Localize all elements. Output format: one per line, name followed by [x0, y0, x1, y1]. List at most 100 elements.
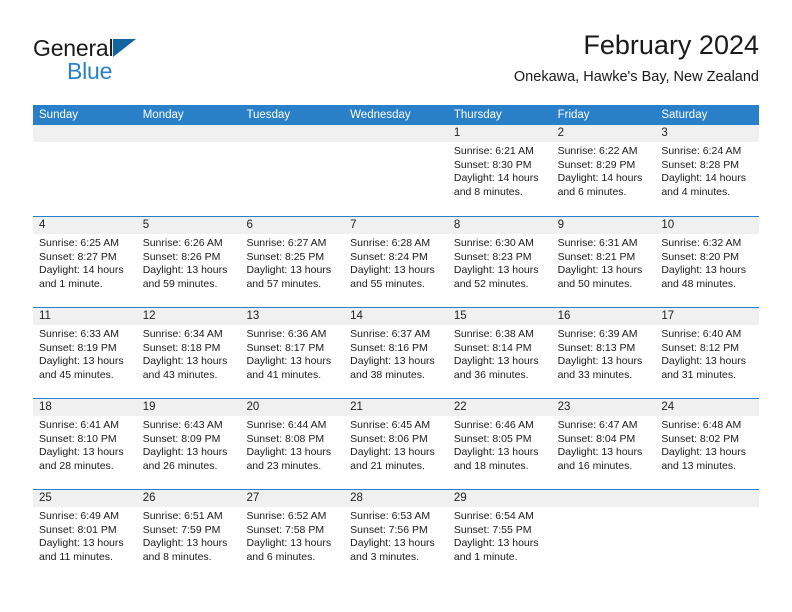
day-detail-line: Daylight: 13 hours: [246, 446, 332, 459]
day-detail-line: Daylight: 13 hours: [39, 446, 124, 459]
calendar-day-cell[interactable]: 4 Sunrise: 6:25 AM Sunset: 8:27 PM Daylight…: [33, 217, 137, 307]
day-number: 8: [447, 217, 552, 234]
calendar-day-cell[interactable]: 26 Sunrise: 6:51 AM Sunset: 7:59 PM Dayligh…: [136, 490, 241, 580]
day-number: 22: [447, 399, 552, 416]
calendar-day-cell[interactable]: 29 Sunrise: 6:54 AM Sunset: 7:55 PM Dayligh…: [447, 490, 552, 580]
day-details: Sunrise: 6:53 AM Sunset: 7:56 PM Daylight:…: [344, 507, 448, 564]
day-detail-line: Sunrise: 6:43 AM: [142, 419, 223, 431]
day-detail-line: Daylight: 13 hours: [453, 264, 539, 277]
calendar-day-cell[interactable]: 6 Sunrise: 6:27 AM Sunset: 8:25 PM Daylight…: [240, 217, 345, 307]
day-detail-line: Sunrise: 6:48 AM: [661, 419, 742, 431]
calendar-day-cell[interactable]: 13 Sunrise: 6:36 AM Sunset: 8:17 PM Dayligh…: [240, 308, 345, 398]
brand-name-blue: Blue: [67, 58, 113, 84]
day-details: Sunrise: 6:33 AM Sunset: 8:19 PM Daylight:…: [33, 325, 137, 382]
day-details: Sunrise: 6:34 AM Sunset: 8:18 PM Daylight:…: [137, 325, 241, 382]
calendar-day-cell[interactable]: 9 Sunrise: 6:31 AM Sunset: 8:21 PM Daylight…: [551, 217, 656, 307]
day-detail-line: and 43 minutes.: [142, 368, 218, 381]
day-details: Sunrise: 6:48 AM Sunset: 8:02 PM Daylight:…: [655, 416, 759, 473]
day-detail-line: and 28 minutes.: [39, 459, 114, 472]
calendar-grid: Sunday Monday Tuesday Wednesday Thursday Frid…: [33, 105, 760, 580]
day-details: Sunrise: 6:49 AM Sunset: 8:01 PM Daylight:…: [33, 507, 137, 564]
day-number: [344, 125, 448, 142]
calendar-day-cell[interactable]: 17 Sunrise: 6:40 AM Sunset: 8:12 PM Dayligh…: [655, 308, 760, 398]
calendar-day-cell[interactable]: 11 Sunrise: 6:33 AM Sunset: 8:19 PM Dayligh…: [33, 308, 137, 398]
day-number: 28: [344, 490, 448, 507]
day-number: [551, 490, 656, 507]
day-detail-line: Sunset: 8:28 PM: [661, 158, 739, 171]
calendar-day-cell[interactable]: 1 Sunrise: 6:21 AM Sunset: 8:30 PM Daylight…: [447, 125, 552, 216]
calendar-day-cell[interactable]: 12 Sunrise: 6:34 AM Sunset: 8:18 PM Dayligh…: [136, 308, 241, 398]
calendar-day-cell[interactable]: 20 Sunrise: 6:44 AM Sunset: 8:08 PM Dayligh…: [240, 399, 345, 489]
day-detail-line: Daylight: 13 hours: [661, 355, 746, 368]
day-details: [137, 142, 241, 145]
calendar-day-cell[interactable]: 3 Sunrise: 6:24 AM Sunset: 8:28 PM Daylight…: [655, 125, 760, 216]
day-detail-line: Sunset: 8:14 PM: [453, 341, 532, 354]
calendar-day-cell[interactable]: 14 Sunrise: 6:37 AM Sunset: 8:16 PM Dayligh…: [344, 308, 448, 398]
day-number: 24: [655, 399, 760, 416]
calendar-day-cell[interactable]: 22 Sunrise: 6:46 AM Sunset: 8:05 PM Dayligh…: [447, 399, 552, 489]
day-detail-line: Sunrise: 6:52 AM: [246, 510, 327, 522]
day-detail-line: Sunset: 8:05 PM: [453, 432, 532, 445]
calendar-day-cell[interactable]: 5 Sunrise: 6:26 AM Sunset: 8:26 PM Daylight…: [136, 217, 241, 307]
day-number: 4: [33, 217, 137, 234]
weekday-header-monday: Monday: [142, 109, 184, 121]
day-detail-line: and 21 minutes.: [350, 459, 425, 472]
day-detail-line: Daylight: 13 hours: [39, 537, 124, 550]
brand-logo: General Blue: [33, 34, 263, 92]
day-details: Sunrise: 6:54 AM Sunset: 7:55 PM Daylight:…: [448, 507, 552, 564]
calendar-day-cell[interactable]: 16 Sunrise: 6:39 AM Sunset: 8:13 PM Dayligh…: [551, 308, 656, 398]
calendar-day-cell[interactable]: 28 Sunrise: 6:53 AM Sunset: 7:56 PM Dayligh…: [344, 490, 448, 580]
calendar-day-cell[interactable]: 27 Sunrise: 6:52 AM Sunset: 7:58 PM Dayligh…: [240, 490, 345, 580]
calendar-day-cell[interactable]: 10 Sunrise: 6:32 AM Sunset: 8:20 PM Dayligh…: [655, 217, 760, 307]
day-details: Sunrise: 6:40 AM Sunset: 8:12 PM Daylight:…: [655, 325, 759, 382]
weekday-header-saturday: Saturday: [661, 109, 708, 121]
day-detail-line: Sunrise: 6:39 AM: [557, 328, 638, 340]
calendar-day-cell[interactable]: 7 Sunrise: 6:28 AM Sunset: 8:24 PM Daylight…: [344, 217, 448, 307]
day-details: [552, 507, 656, 510]
day-detail-line: Sunset: 8:08 PM: [246, 432, 325, 445]
day-details: [344, 142, 448, 145]
calendar-day-cell[interactable]: 23 Sunrise: 6:47 AM Sunset: 8:04 PM Dayligh…: [551, 399, 656, 489]
day-detail-line: Daylight: 13 hours: [142, 264, 228, 277]
day-details: [33, 142, 137, 145]
day-detail-line: and 48 minutes.: [661, 277, 737, 290]
calendar-week-row: 18 Sunrise: 6:41 AM Sunset: 8:10 PM Dayligh…: [33, 398, 760, 489]
day-detail-line: and 8 minutes.: [453, 185, 523, 198]
day-details: Sunrise: 6:24 AM Sunset: 8:28 PM Daylight:…: [655, 142, 759, 199]
day-number: 18: [33, 399, 137, 416]
calendar-week-row: 4 Sunrise: 6:25 AM Sunset: 8:27 PM Daylight…: [33, 216, 760, 307]
day-detail-line: Daylight: 13 hours: [453, 537, 539, 550]
weekday-header-thursday: Thursday: [453, 109, 502, 121]
day-number: 9: [551, 217, 656, 234]
calendar-day-cell[interactable]: 2 Sunrise: 6:22 AM Sunset: 8:29 PM Daylight…: [551, 125, 656, 216]
day-detail-line: Daylight: 13 hours: [453, 446, 539, 459]
day-detail-line: and 41 minutes.: [246, 368, 322, 381]
day-details: Sunrise: 6:45 AM Sunset: 8:06 PM Daylight:…: [344, 416, 448, 473]
day-detail-line: and 33 minutes.: [557, 368, 633, 381]
calendar-day-cell[interactable]: 24 Sunrise: 6:48 AM Sunset: 8:02 PM Dayligh…: [655, 399, 760, 489]
day-detail-line: Sunset: 8:20 PM: [661, 250, 739, 263]
day-detail-line: Sunrise: 6:22 AM: [557, 145, 638, 157]
calendar-day-empty: [240, 125, 345, 216]
day-detail-line: and 1 minute.: [453, 550, 518, 563]
day-detail-line: Daylight: 13 hours: [246, 537, 332, 550]
calendar-day-cell[interactable]: 25 Sunrise: 6:49 AM Sunset: 8:01 PM Dayligh…: [33, 490, 137, 580]
triangle-icon: [113, 39, 137, 57]
calendar-day-cell[interactable]: 18 Sunrise: 6:41 AM Sunset: 8:10 PM Dayligh…: [33, 399, 137, 489]
day-detail-line: and 50 minutes.: [557, 277, 633, 290]
calendar-day-cell[interactable]: 15 Sunrise: 6:38 AM Sunset: 8:14 PM Dayligh…: [447, 308, 552, 398]
day-detail-line: and 59 minutes.: [142, 277, 218, 290]
day-detail-line: Sunset: 7:59 PM: [142, 523, 221, 536]
day-detail-line: Sunrise: 6:44 AM: [246, 419, 327, 431]
calendar-day-cell[interactable]: 21 Sunrise: 6:45 AM Sunset: 8:06 PM Dayligh…: [344, 399, 448, 489]
calendar-day-cell[interactable]: 8 Sunrise: 6:30 AM Sunset: 8:23 PM Daylight…: [447, 217, 552, 307]
day-number: 11: [33, 308, 137, 325]
day-detail-line: and 16 minutes.: [557, 459, 633, 472]
day-number: [136, 125, 241, 142]
day-detail-line: Daylight: 13 hours: [142, 355, 228, 368]
day-detail-line: Sunrise: 6:27 AM: [246, 237, 327, 249]
calendar-day-cell[interactable]: 19 Sunrise: 6:43 AM Sunset: 8:09 PM Dayligh…: [136, 399, 241, 489]
day-detail-line: and 4 minutes.: [661, 185, 731, 198]
day-detail-line: Daylight: 13 hours: [350, 264, 435, 277]
weekday-header-row: Sunday Monday Tuesday Wednesday Thursday Frid…: [33, 105, 759, 125]
